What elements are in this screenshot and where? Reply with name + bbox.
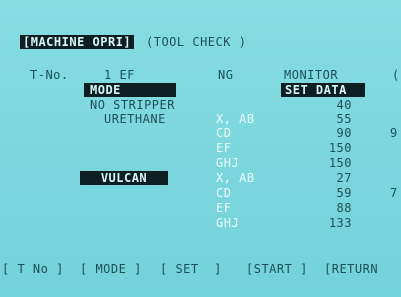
cnc-screen: [MACHINE OPRI] (TOOL CHECK ) T-No. 1 EF …	[0, 0, 401, 297]
tno-label: T-No.	[30, 68, 69, 82]
set-data-header: SET DATA	[281, 83, 365, 97]
param-cell: GHJ	[216, 216, 240, 230]
mode-vulcan: VULCAN	[80, 171, 168, 185]
softkey-return[interactable]: [RETURN	[324, 262, 401, 276]
value-cell: 150	[328, 141, 352, 155]
value-cell: 59	[336, 186, 352, 200]
softkey-start[interactable]: [START ]	[246, 262, 308, 276]
value-cell: 90	[336, 126, 352, 140]
value-cell: 133	[328, 216, 352, 230]
monitor-partial: (	[392, 68, 400, 82]
extra-cell: 9	[390, 126, 398, 140]
extra-cell: 7	[390, 186, 398, 200]
param-cell: X, AB	[216, 171, 255, 185]
value-cell: 40	[336, 98, 352, 112]
screen-subtitle: (TOOL CHECK )	[146, 35, 247, 49]
param-cell: EF	[216, 201, 232, 215]
value-cell: 150	[328, 156, 352, 170]
value-cell: 27	[336, 171, 352, 185]
mode-urethane: URETHANE	[104, 112, 166, 126]
param-cell: EF	[216, 141, 232, 155]
softkey-tno[interactable]: [ T No ]	[2, 262, 64, 276]
monitor-label: MONITOR	[284, 68, 339, 82]
softkey-mode[interactable]: [ MODE ]	[80, 262, 142, 276]
param-cell: X, AB	[216, 112, 255, 126]
value-cell: 88	[336, 201, 352, 215]
param-cell: CD	[216, 126, 232, 140]
mode-header: MODE	[84, 83, 176, 97]
param-cell: GHJ	[216, 156, 240, 170]
value-cell: 55	[336, 112, 352, 126]
softkey-set[interactable]: [ SET ]	[160, 262, 222, 276]
mode-no-stripper: NO STRIPPER	[90, 98, 175, 112]
ng-label: NG	[218, 68, 234, 82]
param-cell: CD	[216, 186, 232, 200]
screen-title: [MACHINE OPRI]	[20, 35, 135, 49]
tno-value: 1 EF	[104, 68, 135, 82]
